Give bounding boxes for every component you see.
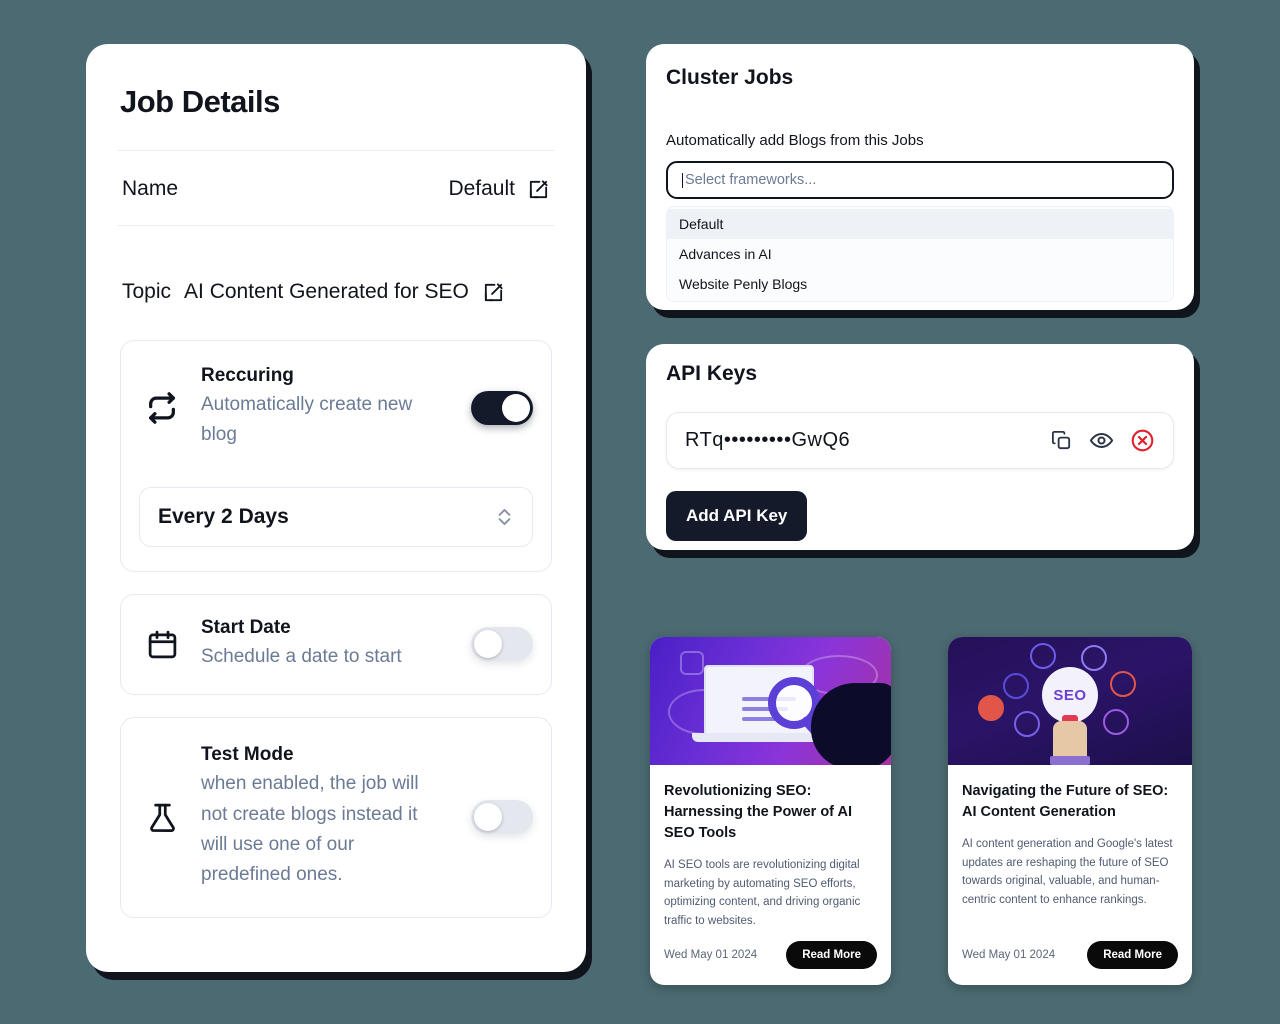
frameworks-dropdown-list: Default Advances in AI Website Penly Blo… bbox=[666, 206, 1174, 302]
calendar-icon bbox=[139, 628, 185, 661]
read-more-button[interactable]: Read More bbox=[786, 941, 877, 969]
name-row: Name Default bbox=[120, 151, 552, 225]
edit-pencil-icon[interactable] bbox=[527, 178, 550, 201]
frequency-select[interactable]: Every 2 Days bbox=[139, 486, 533, 547]
copy-icon[interactable] bbox=[1050, 429, 1073, 452]
page-title: Job Details bbox=[120, 84, 280, 119]
api-key-actions bbox=[1050, 428, 1155, 453]
dropdown-option-advances-in-ai[interactable]: Advances in AI bbox=[667, 239, 1173, 269]
api-key-value: RTq•••••••••GwQ6 bbox=[685, 429, 851, 451]
start-date-description: Schedule a date to start bbox=[201, 645, 402, 667]
recurring-header: Reccuring Automatically create new blog bbox=[121, 341, 551, 459]
recurring-card: Reccuring Automatically create new blog … bbox=[120, 340, 552, 572]
blog-card[interactable]: SEO Navigating the Future of SEO: AI Con… bbox=[948, 637, 1192, 985]
test-mode-title: Test Mode bbox=[201, 744, 294, 766]
blog-card-body: Revolutionizing SEO: Harnessing the Powe… bbox=[650, 765, 891, 941]
blog-card-title: Navigating the Future of SEO: AI Content… bbox=[962, 783, 1169, 821]
orb-decor bbox=[1014, 711, 1040, 737]
dropdown-option-website-penly-blogs[interactable]: Website Penly Blogs bbox=[667, 269, 1173, 299]
chevron-up-down-icon bbox=[495, 504, 514, 530]
test-mode-toggle[interactable] bbox=[471, 800, 533, 835]
topic-label: Topic bbox=[122, 280, 172, 303]
job-details-panel: Job Details Name Default Topic AI Conten… bbox=[86, 44, 586, 972]
hand-decor bbox=[811, 683, 891, 765]
test-mode-description: when enabled, the job will not create bl… bbox=[201, 773, 419, 886]
cluster-jobs-subtitle: Automatically add Blogs from this Jobs bbox=[666, 132, 924, 149]
edit-pencil-icon[interactable] bbox=[482, 281, 505, 304]
toggle-knob bbox=[474, 630, 502, 659]
blog-card-description: AI SEO tools are revolutionizing digital… bbox=[664, 859, 861, 927]
add-api-key-button[interactable]: Add API Key bbox=[666, 491, 808, 541]
test-mode-card: Test Mode when enabled, the job will not… bbox=[120, 717, 552, 918]
blog-card-footer: Wed May 01 2024 Read More bbox=[948, 941, 1192, 985]
orb-decor bbox=[978, 695, 1004, 721]
orb-decor bbox=[1081, 645, 1107, 671]
repeat-icon bbox=[139, 391, 185, 425]
blog-card-date: Wed May 01 2024 bbox=[962, 949, 1056, 961]
start-date-text: Start Date Schedule a date to start bbox=[201, 617, 455, 672]
search-square-decor-icon bbox=[680, 651, 704, 675]
read-more-button[interactable]: Read More bbox=[1087, 941, 1178, 969]
hand-cuff-decor bbox=[1050, 756, 1090, 765]
frequency-value: Every 2 Days bbox=[158, 504, 289, 528]
start-date-title: Start Date bbox=[201, 616, 291, 638]
api-keys-panel: API Keys RTq•••••••••GwQ6 Add API Key bbox=[646, 344, 1194, 550]
toggle-knob bbox=[474, 803, 502, 832]
app-root: Job Details Name Default Topic AI Conten… bbox=[0, 0, 1280, 1024]
blog-card[interactable]: Revolutionizing SEO: Harnessing the Powe… bbox=[650, 637, 891, 985]
cluster-jobs-title: Cluster Jobs bbox=[666, 66, 794, 89]
api-key-row: RTq•••••••••GwQ6 bbox=[666, 412, 1174, 469]
cluster-jobs-panel: Cluster Jobs Automatically add Blogs fro… bbox=[646, 44, 1194, 310]
orb-decor bbox=[1103, 709, 1129, 735]
recurring-title: Reccuring bbox=[201, 365, 294, 386]
topic-value: AI Content Generated for SEO bbox=[184, 280, 469, 303]
recurring-toggle[interactable] bbox=[471, 390, 533, 425]
start-date-card: Start Date Schedule a date to start bbox=[120, 593, 552, 696]
name-value-group: Default bbox=[448, 177, 550, 201]
blog-card-description: AI content generation and Google's lates… bbox=[962, 838, 1173, 906]
toggle-knob bbox=[502, 393, 530, 422]
recurring-text: Reccuring Automatically create new blog bbox=[201, 365, 455, 451]
frameworks-input-placeholder: Select frameworks... bbox=[685, 172, 817, 188]
x-circle-icon[interactable] bbox=[1130, 428, 1155, 453]
start-date-toggle[interactable] bbox=[471, 627, 533, 662]
blog-card-image bbox=[650, 637, 891, 765]
name-label: Name bbox=[122, 177, 179, 200]
recurring-description: Automatically create new blog bbox=[201, 394, 413, 446]
blog-card-title: Revolutionizing SEO: Harnessing the Powe… bbox=[664, 783, 852, 842]
flask-icon bbox=[139, 801, 185, 834]
text-caret bbox=[682, 172, 683, 188]
blog-card-date: Wed May 01 2024 bbox=[664, 949, 758, 961]
frameworks-input[interactable]: Select frameworks... bbox=[666, 161, 1174, 199]
laptop-base-decor bbox=[692, 733, 826, 742]
orb-decor bbox=[1030, 643, 1056, 669]
api-keys-title: API Keys bbox=[666, 362, 758, 385]
topic-row: Topic AI Content Generated for SEO bbox=[120, 226, 552, 304]
name-value: Default bbox=[448, 177, 515, 200]
test-mode-text: Test Mode when enabled, the job will not… bbox=[201, 744, 455, 891]
blog-card-image: SEO bbox=[948, 637, 1192, 765]
orb-decor bbox=[1110, 671, 1136, 697]
recurring-frequency-wrap: Every 2 Days bbox=[121, 475, 551, 571]
eye-icon[interactable] bbox=[1089, 428, 1114, 453]
blog-card-body: Navigating the Future of SEO: AI Content… bbox=[948, 765, 1192, 941]
dropdown-option-default[interactable]: Default bbox=[667, 209, 1173, 239]
orb-decor bbox=[1003, 673, 1029, 699]
blog-card-footer: Wed May 01 2024 Read More bbox=[650, 941, 891, 985]
